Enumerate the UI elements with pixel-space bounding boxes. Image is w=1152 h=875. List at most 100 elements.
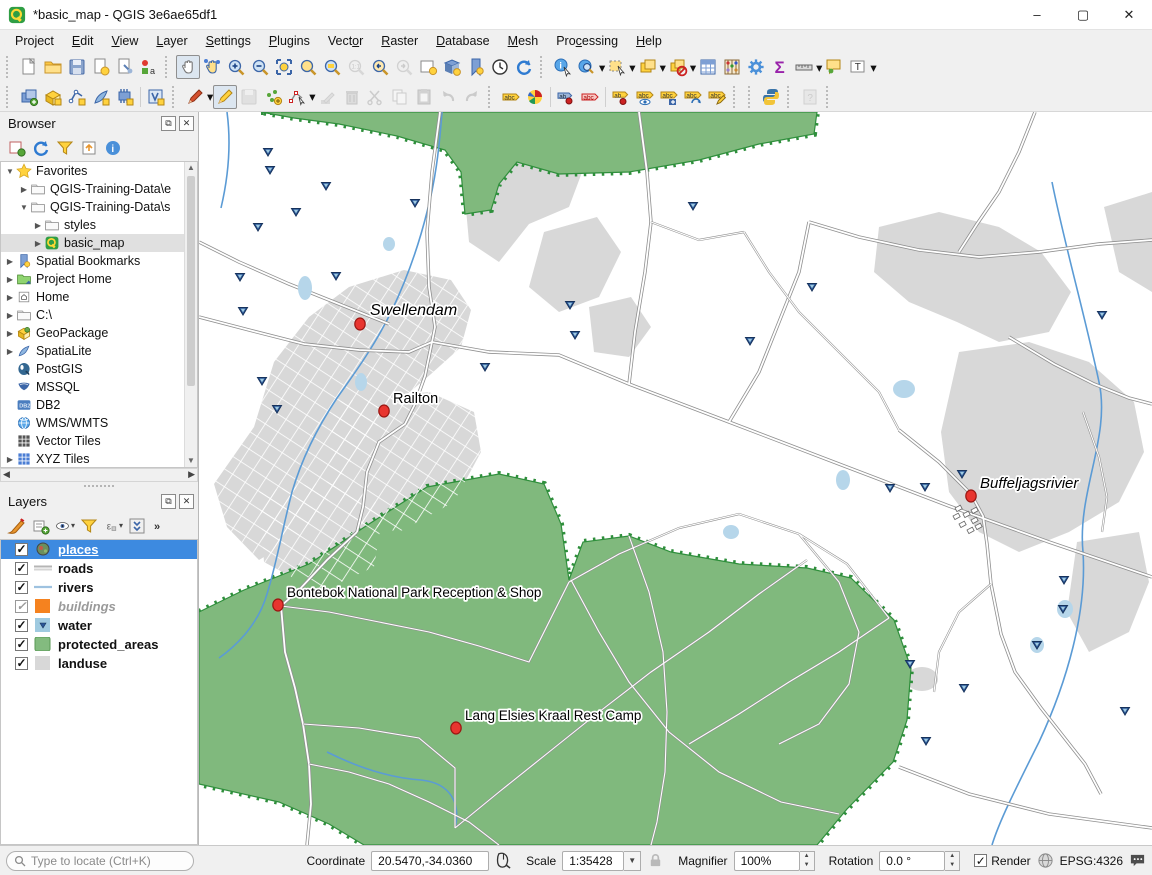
rotate-label-button[interactable]: abc xyxy=(681,85,705,109)
expand-arrow-icon[interactable]: ▶ xyxy=(5,311,15,320)
data-source-manager-button[interactable] xyxy=(17,85,41,109)
field-calculator-button[interactable] xyxy=(720,55,744,79)
manage-map-themes-button[interactable]: ▾ xyxy=(54,515,76,537)
collapse-all-button[interactable] xyxy=(78,137,100,159)
minimize-button[interactable]: – xyxy=(1014,0,1060,29)
browser-item-styles[interactable]: ▶styles xyxy=(1,216,197,234)
layer-visibility-checkbox[interactable]: ✓ xyxy=(15,543,28,556)
pan-to-selection-button[interactable] xyxy=(200,55,224,79)
text-annotation-button[interactable]: T xyxy=(846,55,870,79)
toolbar-grip[interactable] xyxy=(826,86,834,108)
layer-labeling-options-button[interactable]: abc xyxy=(499,85,523,109)
rotation-spinbox[interactable]: 0.0 ° ▲▼ xyxy=(879,851,960,871)
open-layer-styling-button[interactable] xyxy=(6,515,28,537)
expand-arrow-icon[interactable]: ▶ xyxy=(5,293,15,302)
layer-row-roads[interactable]: ✓roads xyxy=(1,559,197,578)
new-geopackage-layer-button[interactable] xyxy=(41,85,65,109)
expand-arrow-icon[interactable]: ▶ xyxy=(5,455,15,464)
dock-splitter[interactable] xyxy=(0,482,198,490)
browser-item-qgis-training-data-s[interactable]: ▼QGIS-Training-Data\s xyxy=(1,198,197,216)
browser-item-project-home[interactable]: ▶Project Home xyxy=(1,270,197,288)
new-3d-map-view-button[interactable] xyxy=(440,55,464,79)
extents-toggle-icon[interactable] xyxy=(495,852,512,869)
new-project-button[interactable] xyxy=(17,55,41,79)
change-label-button[interactable]: abc xyxy=(705,85,729,109)
browser-item-mssql[interactable]: MSSQL xyxy=(1,378,197,396)
rotation-spin-buttons[interactable]: ▲▼ xyxy=(945,851,960,871)
vertex-tool-button[interactable] xyxy=(285,85,309,109)
locate-search-input[interactable]: Type to locate (Ctrl+K) xyxy=(6,851,194,871)
properties-widget-button[interactable]: i xyxy=(102,137,124,159)
magnifier-spinbox[interactable]: 100% ▲▼ xyxy=(734,851,815,871)
browser-hscrollbar[interactable]: ◀▶ xyxy=(0,468,198,482)
expand-arrow-icon[interactable]: ▶ xyxy=(5,257,15,266)
zoom-to-layer-button[interactable] xyxy=(320,55,344,79)
layer-row-landuse[interactable]: ✓landuse xyxy=(1,654,197,673)
render-checkbox[interactable]: ✓ Render xyxy=(974,854,1030,868)
browser-item-favorites[interactable]: ▼Favorites xyxy=(1,162,197,180)
toolbar-grip[interactable] xyxy=(172,86,180,108)
layer-visibility-checkbox[interactable]: ✓ xyxy=(15,600,28,613)
browser-item-db2[interactable]: DB2DB2 xyxy=(1,396,197,414)
expand-arrow-icon[interactable]: ▶ xyxy=(19,185,29,194)
layer-diagram-options-button[interactable] xyxy=(523,85,547,109)
lock-scale-icon[interactable] xyxy=(647,852,664,869)
layer-visibility-checkbox[interactable]: ✓ xyxy=(15,638,28,651)
scroll-up-arrow[interactable]: ▲ xyxy=(185,162,197,174)
menu-settings[interactable]: Settings xyxy=(197,32,260,50)
style-manager-button[interactable]: a xyxy=(137,55,161,79)
select-by-value-button[interactable] xyxy=(575,55,599,79)
browser-item-basic-map[interactable]: ▶basic_map xyxy=(1,234,197,252)
browser-float-button[interactable]: ⧉ xyxy=(161,116,176,131)
new-shapefile-layer-button[interactable] xyxy=(65,85,89,109)
layer-visibility-checkbox[interactable]: ✓ xyxy=(15,581,28,594)
scroll-thumb[interactable] xyxy=(187,176,195,386)
text-annotation-dropdown-arrow[interactable]: ▾ xyxy=(870,60,876,75)
move-label-diagram-button[interactable]: abc xyxy=(657,85,681,109)
toolbar-grip[interactable] xyxy=(6,86,14,108)
render-checkbox-box[interactable]: ✓ xyxy=(974,854,987,867)
toolbar-grip[interactable] xyxy=(540,56,548,78)
browser-item-spatial-bookmarks[interactable]: ▶Spatial Bookmarks xyxy=(1,252,197,270)
add-group-button[interactable] xyxy=(30,515,52,537)
layout-manager-button[interactable] xyxy=(113,55,137,79)
new-map-view-button[interactable] xyxy=(416,55,440,79)
menu-raster[interactable]: Raster xyxy=(372,32,427,50)
zoom-to-selection-button[interactable] xyxy=(296,55,320,79)
measure-button[interactable] xyxy=(792,55,816,79)
menu-view[interactable]: View xyxy=(102,32,147,50)
highlight-pinned-labels-button[interactable]: abc xyxy=(578,85,602,109)
coordinate-input[interactable]: 20.5470,-34.0360 xyxy=(371,851,489,871)
layer-row-buildings[interactable]: ✓buildings xyxy=(1,597,197,616)
pan-map-button[interactable] xyxy=(176,55,200,79)
browser-close-button[interactable]: ✕ xyxy=(179,116,194,131)
new-virtual-layer-button[interactable] xyxy=(144,85,168,109)
crs-value[interactable]: EPSG:4326 xyxy=(1060,854,1123,868)
collapse-arrow-icon[interactable]: ▼ xyxy=(19,203,29,212)
menu-project[interactable]: Project xyxy=(6,32,63,50)
browser-item-geopackage[interactable]: ▶GeoPackage xyxy=(1,324,197,342)
layer-visibility-checkbox[interactable]: ✓ xyxy=(15,562,28,575)
toolbar-grip[interactable] xyxy=(488,86,496,108)
toggle-editing-button[interactable] xyxy=(213,85,237,109)
open-attribute-table-button[interactable] xyxy=(696,55,720,79)
map-canvas[interactable]: SwellendamRailtonBuffeljagsrivierBontebo… xyxy=(199,112,1152,845)
crs-globe-icon[interactable] xyxy=(1037,852,1054,869)
python-console-button[interactable] xyxy=(759,85,783,109)
expand-arrow-icon[interactable]: ▶ xyxy=(33,239,43,248)
pin-labels-button[interactable]: ab xyxy=(554,85,578,109)
zoom-last-button[interactable] xyxy=(368,55,392,79)
layer-row-rivers[interactable]: ✓rivers xyxy=(1,578,197,597)
collapse-arrow-icon[interactable]: ▼ xyxy=(5,167,15,176)
menu-vector[interactable]: Vector xyxy=(319,32,372,50)
scroll-down-arrow[interactable]: ▼ xyxy=(185,455,197,467)
toolbar-grip[interactable] xyxy=(6,56,14,78)
browser-item-qgis-training-data-e[interactable]: ▶QGIS-Training-Data\e xyxy=(1,180,197,198)
browser-item-c-[interactable]: ▶C:\ xyxy=(1,306,197,324)
scale-combo[interactable]: 1:35428 ▼ xyxy=(562,851,641,871)
deselect-features-button[interactable] xyxy=(636,55,660,79)
expand-collapse-all-button[interactable] xyxy=(126,515,148,537)
zoom-full-button[interactable] xyxy=(272,55,296,79)
browser-item-xyz-tiles[interactable]: ▶XYZ Tiles xyxy=(1,450,197,468)
select-features-button[interactable] xyxy=(605,55,629,79)
